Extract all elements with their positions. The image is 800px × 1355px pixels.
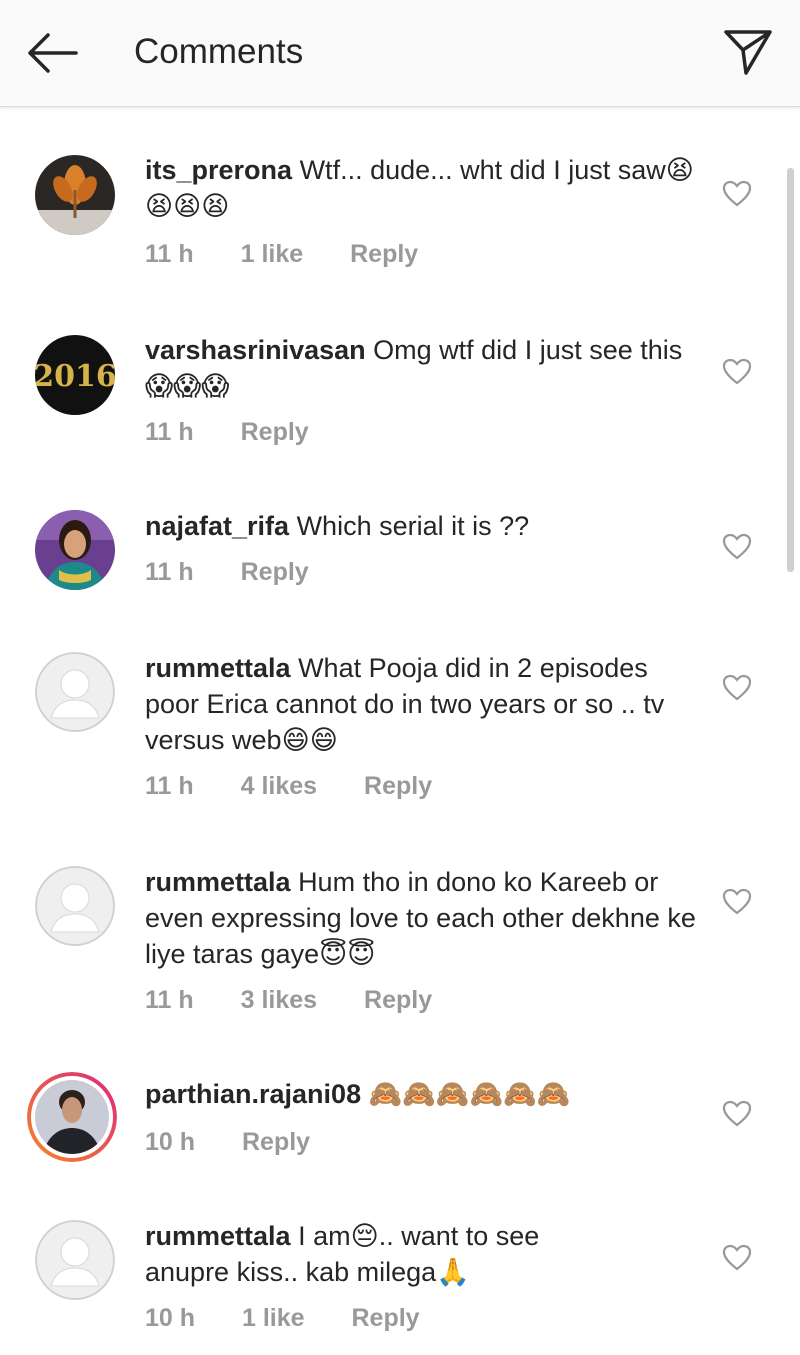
- like-heart-button[interactable]: [722, 674, 752, 702]
- avatar[interactable]: 2016: [35, 335, 115, 415]
- comment-username[interactable]: rummettala: [145, 653, 291, 683]
- comment-meta: 11 h 1 like Reply: [145, 240, 458, 269]
- comment-username[interactable]: parthian.rajani08: [145, 1079, 361, 1109]
- year-2016-graphic: 2016: [35, 335, 115, 415]
- paper-plane-icon: [724, 30, 772, 75]
- comment-username[interactable]: its_prerona: [145, 155, 292, 185]
- comment-username[interactable]: varshasrinivasan: [145, 335, 366, 365]
- like-heart-button[interactable]: [722, 888, 752, 916]
- comment-emojis: 😇😇: [319, 939, 376, 969]
- comment-meta: 11 h 4 likes Reply: [145, 772, 472, 801]
- comment-username[interactable]: rummettala: [145, 1221, 291, 1251]
- avatar[interactable]: [35, 866, 115, 946]
- like-heart-button[interactable]: [722, 1100, 752, 1128]
- comment-time: 10 h: [145, 1128, 196, 1156]
- reply-button[interactable]: Reply: [241, 558, 309, 586]
- comment-likes[interactable]: 3 likes: [241, 986, 317, 1014]
- default-user-avatar: [35, 1220, 115, 1300]
- comment-time: 11 h: [145, 986, 194, 1014]
- comment-likes[interactable]: 4 likes: [241, 772, 317, 800]
- comment-meta: 11 h Reply: [145, 558, 349, 587]
- comment-meta: 10 h Reply: [145, 1128, 350, 1157]
- arrow-left-icon: [28, 33, 78, 73]
- reply-button[interactable]: Reply: [364, 772, 432, 800]
- heart-icon: [722, 1244, 752, 1271]
- reply-button[interactable]: Reply: [352, 1304, 420, 1332]
- comment-text: its_prerona Wtf... dude... wht did I jus…: [145, 152, 705, 224]
- avatar-story-ring[interactable]: [27, 1072, 117, 1162]
- comment-likes[interactable]: 1 like: [242, 1304, 305, 1332]
- default-user-avatar: [35, 866, 115, 946]
- comment-text: najafat_rifa Which serial it is ??: [145, 508, 705, 544]
- comment-text: parthian.rajani08 🙈🙈🙈🙈🙈🙈: [145, 1076, 705, 1112]
- comment-time: 11 h: [145, 772, 194, 800]
- comment-text: rummettala I am😔.. want to see anupre ki…: [145, 1218, 615, 1290]
- comment-username[interactable]: najafat_rifa: [145, 511, 289, 541]
- comment-emojis: 😱😱😱: [145, 371, 230, 401]
- reply-button[interactable]: Reply: [350, 240, 418, 268]
- comment-emojis: 🙈🙈🙈🙈🙈🙈: [368, 1079, 571, 1109]
- comment-likes[interactable]: 1 like: [241, 240, 304, 268]
- app-header: Comments: [0, 0, 800, 107]
- heart-icon: [722, 1100, 752, 1127]
- default-user-avatar: [35, 652, 115, 732]
- avatar[interactable]: [35, 652, 115, 732]
- comment-text: rummettala What Pooja did in 2 episodes …: [145, 650, 705, 758]
- page-title: Comments: [134, 32, 304, 71]
- comment-time: 10 h: [145, 1304, 196, 1332]
- like-heart-button[interactable]: [722, 533, 752, 561]
- comment-emojis: 😄😄: [281, 725, 338, 755]
- heart-icon: [722, 533, 752, 560]
- heart-icon: [722, 888, 752, 915]
- reply-button[interactable]: Reply: [242, 1128, 310, 1156]
- comment-meta: 10 h 1 like Reply: [145, 1304, 460, 1333]
- reply-button[interactable]: Reply: [241, 418, 309, 446]
- comment-body: Wtf... dude... wht did I just saw: [299, 155, 666, 185]
- comment-username[interactable]: rummettala: [145, 867, 291, 897]
- scrollbar[interactable]: [787, 168, 794, 572]
- man-portrait-story-ring: [27, 1072, 117, 1162]
- heart-icon: [722, 180, 752, 207]
- comment-emojis-end: 🙏: [436, 1257, 470, 1287]
- comment-time: 11 h: [145, 558, 194, 586]
- back-button[interactable]: [22, 28, 82, 78]
- comment-text: rummettala Hum tho in dono ko Kareeb or …: [145, 864, 705, 972]
- svg-text:2016: 2016: [35, 359, 115, 394]
- comment-emojis: 😔: [350, 1221, 379, 1251]
- woman-portrait-photo: [35, 510, 115, 590]
- avatar[interactable]: [35, 1220, 115, 1300]
- comment-body: I am: [298, 1221, 351, 1251]
- comment-meta: 11 h 3 likes Reply: [145, 986, 472, 1015]
- heart-icon: [722, 358, 752, 385]
- heart-icon: [722, 674, 752, 701]
- comment-text: varshasrinivasan Omg wtf did I just see …: [145, 332, 705, 404]
- like-heart-button[interactable]: [722, 180, 752, 208]
- avatar[interactable]: [35, 510, 115, 590]
- comment-meta: 11 h Reply: [145, 418, 349, 447]
- reply-button[interactable]: Reply: [364, 986, 432, 1014]
- direct-message-button[interactable]: [722, 26, 774, 78]
- like-heart-button[interactable]: [722, 358, 752, 386]
- comment-body: Which serial it is ??: [296, 511, 530, 541]
- comment-time: 11 h: [145, 418, 194, 446]
- comment-body: Omg wtf did I just see this: [373, 335, 683, 365]
- avatar[interactable]: [35, 155, 115, 235]
- comment-time: 11 h: [145, 240, 194, 268]
- autumn-leaf-photo: [35, 155, 115, 235]
- like-heart-button[interactable]: [722, 1244, 752, 1272]
